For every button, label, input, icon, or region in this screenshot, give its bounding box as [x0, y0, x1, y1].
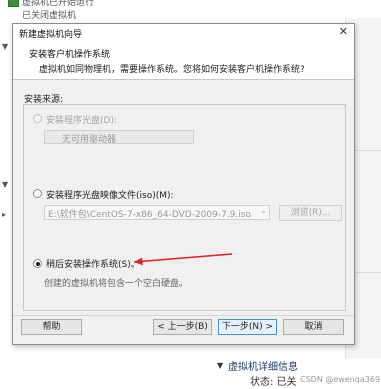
wizard-step-title: 安装客户机操作系统	[29, 50, 111, 60]
chevron-down-icon[interactable]: ▼	[217, 361, 223, 370]
next-button[interactable]: 下一步(N) >	[218, 319, 277, 335]
iso-path-value: E:\软件包\CentOS-7-x86_64-DVD-2009-7.9.iso	[48, 210, 251, 220]
iso-path-combobox[interactable]: E:\软件包\CentOS-7-x86_64-DVD-2009-7.9.iso …	[44, 205, 270, 220]
iso-option-label: 安装程序光盘映像文件(iso)(M):	[46, 191, 174, 201]
vm-status-icon	[8, 0, 19, 7]
help-button[interactable]: 帮助	[21, 319, 82, 335]
bg-vm-list-item-2[interactable]: 已关闭虚拟机	[22, 8, 76, 21]
chevron-down-icon[interactable]: ▼	[2, 180, 8, 189]
close-icon[interactable]: ✕	[339, 25, 348, 38]
bg-vm-list-item[interactable]: 虚拟机已开始运行	[22, 0, 94, 8]
browse-button[interactable]: 浏览(R)...	[279, 205, 342, 221]
bg-status-text: 状态: 已关	[250, 377, 297, 388]
install-later-label: 稍后安装操作系统(S)。	[46, 260, 140, 270]
install-later-hint: 创建的虚拟机将包含一个空白硬盘。	[44, 279, 189, 289]
iso-radio[interactable]	[33, 189, 42, 198]
new-vm-wizard-dialog: 新建虚拟机向导 ✕ 安装客户机操作系统 虚拟机如同物理机，需要操作系统。您将如何…	[12, 23, 355, 345]
wizard-header: 安装客户机操作系统 虚拟机如同物理机，需要操作系统。您将如何安装客户机操作系统?	[13, 41, 354, 80]
dialog-title: 新建虚拟机向导	[19, 30, 83, 40]
back-button[interactable]: < 上一步(B)	[153, 319, 212, 335]
dialog-titlebar[interactable]: 新建虚拟机向导 ✕	[13, 24, 354, 41]
cancel-button[interactable]: 取消	[283, 319, 344, 335]
disc-drive-dropdown[interactable]: 无可用驱动器	[44, 130, 194, 145]
disc-drive-value: 无可用驱动器	[62, 135, 117, 145]
disc-radio[interactable]	[33, 114, 42, 123]
footer-divider	[13, 315, 354, 316]
wizard-step-description: 虚拟机如同物理机，需要操作系统。您将如何安装客户机操作系统?	[39, 65, 305, 75]
install-later-radio[interactable]	[33, 259, 42, 268]
bg-section-label[interactable]: 虚拟机详细信息	[228, 358, 298, 373]
chevron-down-icon[interactable]: ⌄	[260, 206, 267, 215]
chevron-right-icon[interactable]: ▸	[2, 210, 6, 219]
watermark: CSDN @ewenqa3697	[300, 375, 381, 384]
chevron-down-icon[interactable]: ▼	[2, 42, 8, 51]
disc-option-label: 安装程序光盘(D):	[46, 116, 117, 126]
